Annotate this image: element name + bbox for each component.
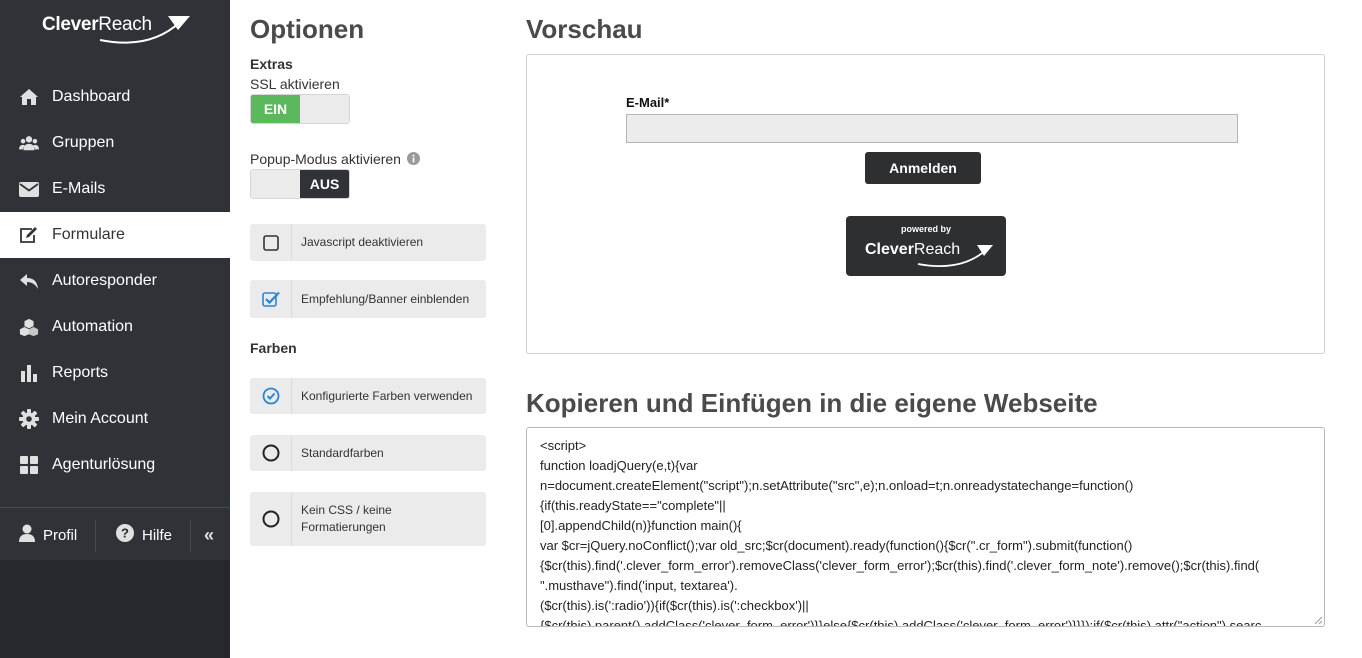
code-line: function loadjQuery(e,t){var — [540, 458, 698, 473]
collapse-sidebar-button[interactable]: « — [204, 515, 214, 555]
cubes-icon — [19, 317, 39, 337]
badge-swoosh-icon — [917, 245, 993, 267]
extras-heading: Extras — [250, 56, 293, 72]
popup-toggle[interactable]: AUS — [250, 169, 350, 199]
sidebar-divider — [0, 507, 230, 508]
radio-label: Standardfarben — [301, 445, 384, 460]
edit-icon — [19, 225, 39, 245]
radio-label: Konfigurierte Farben verwenden — [301, 388, 473, 403]
sidebar-item-automation[interactable]: Automation — [0, 304, 230, 350]
bar-chart-icon — [19, 363, 39, 383]
help-label: Hilfe — [142, 526, 173, 544]
toggle-knob — [300, 95, 349, 123]
email-label: E-Mail* — [626, 95, 670, 110]
help-button[interactable]: ? Hilfe — [116, 515, 172, 555]
reply-icon — [19, 271, 39, 291]
sidebar-footer-area — [0, 560, 230, 658]
code-line: {$cr(this).find('.clever_form_error').re… — [540, 558, 1260, 573]
checkbox-checked-icon — [250, 280, 292, 318]
code-line: {if(this.readyState=="complete"|| — [540, 498, 726, 513]
sidebar-item-formulare[interactable]: Formulare — [0, 212, 230, 258]
sidebar-item-dashboard[interactable]: Dashboard — [0, 74, 230, 120]
no-css-radio[interactable]: Kein CSS / keine Formatierungen — [250, 492, 486, 546]
home-icon — [19, 87, 39, 107]
footer-separator — [190, 520, 191, 552]
popup-label: Popup-Modus aktivieren — [250, 151, 420, 168]
question-circle-icon: ? — [116, 523, 134, 547]
sidebar: CleverReach Dashboard Gruppen E-Mails Fo… — [0, 0, 230, 658]
colors-heading: Farben — [250, 340, 297, 356]
javascript-disable-checkbox[interactable]: Javascript deaktivieren — [250, 224, 486, 261]
sidebar-item-label: Automation — [52, 318, 133, 335]
sidebar-item-emails[interactable]: E-Mails — [0, 166, 230, 212]
recommendation-banner-checkbox[interactable]: Empfehlung/Banner einblenden — [250, 280, 486, 318]
svg-text:?: ? — [121, 525, 129, 540]
sidebar-item-label: Dashboard — [52, 88, 131, 105]
sidebar-item-label: E-Mails — [52, 180, 106, 197]
ssl-toggle[interactable]: EIN — [250, 94, 350, 124]
chevrons-left-icon: « — [204, 524, 215, 545]
profile-label: Profil — [43, 526, 78, 544]
embed-code-textarea[interactable]: <script> function loadjQuery(e,t){var n=… — [526, 427, 1325, 627]
checkbox-label: Empfehlung/Banner einblenden — [301, 291, 470, 306]
profile-button[interactable]: Profil — [19, 515, 77, 555]
standard-colors-radio[interactable]: Standardfarben — [250, 435, 486, 471]
envelope-icon — [19, 179, 39, 199]
powered-by-badge[interactable]: powered by CleverReach — [846, 216, 1006, 276]
embed-title: Kopieren und Einfügen in die eigene Webs… — [526, 388, 1098, 418]
sidebar-item-agenturloesung[interactable]: Agenturlösung — [0, 442, 230, 488]
sidebar-item-mein-account[interactable]: Mein Account — [0, 396, 230, 442]
sidebar-item-label: Autoresponder — [52, 272, 157, 289]
cleverreach-logo[interactable]: CleverReach — [40, 10, 192, 46]
sidebar-item-gruppen[interactable]: Gruppen — [0, 120, 230, 166]
checkbox-unchecked-icon — [250, 224, 292, 261]
sidebar-item-label: Agenturlösung — [52, 456, 156, 473]
sidebar-item-autoresponder[interactable]: Autoresponder — [0, 258, 230, 304]
user-icon — [19, 524, 35, 547]
toggle-knob — [251, 170, 300, 198]
code-line: {$cr(this).parent().addClass('clever_for… — [540, 618, 1262, 627]
sidebar-item-label: Gruppen — [52, 134, 115, 151]
radio-empty-icon — [250, 492, 292, 546]
configured-colors-radio[interactable]: Konfigurierte Farben verwenden — [250, 378, 486, 414]
radio-label: Kein CSS / keine Formatierungen — [301, 503, 392, 534]
ssl-label: SSL aktivieren — [250, 76, 340, 92]
sidebar-item-label: Formulare — [52, 226, 125, 243]
radio-selected-icon — [250, 378, 292, 414]
subscribe-button[interactable]: Anmelden — [865, 152, 981, 184]
code-line: n=document.createElement("script");n.set… — [540, 478, 1134, 493]
toggle-on-label: EIN — [251, 95, 300, 123]
sidebar-item-label: Reports — [52, 364, 109, 381]
info-icon[interactable] — [406, 152, 420, 168]
sidebar-item-reports[interactable]: Reports — [0, 350, 230, 396]
radio-empty-icon — [250, 435, 292, 471]
grid-icon — [19, 455, 39, 475]
checkbox-label: Javascript deaktivieren — [301, 235, 424, 249]
code-line: <script> — [540, 438, 587, 453]
footer-separator — [95, 520, 96, 552]
gear-icon — [19, 409, 39, 429]
toggle-off-label: AUS — [300, 170, 349, 198]
logo-swoosh-icon — [99, 16, 190, 44]
code-line: var $cr=jQuery.noConflict();var old_src;… — [540, 538, 1133, 553]
resize-grip-icon[interactable] — [1313, 615, 1323, 625]
code-line: ($cr(this).is(':radio')){if($cr(this).is… — [540, 598, 809, 613]
preview-title: Vorschau — [526, 14, 643, 44]
users-icon — [19, 133, 39, 153]
code-line: [0].appendChild(n)}function main(){ — [540, 518, 742, 533]
email-field[interactable] — [626, 114, 1238, 143]
sidebar-item-label: Mein Account — [52, 410, 149, 427]
options-title: Optionen — [250, 14, 365, 44]
code-line: ".musthave").find('input, textarea'). — [540, 578, 738, 593]
